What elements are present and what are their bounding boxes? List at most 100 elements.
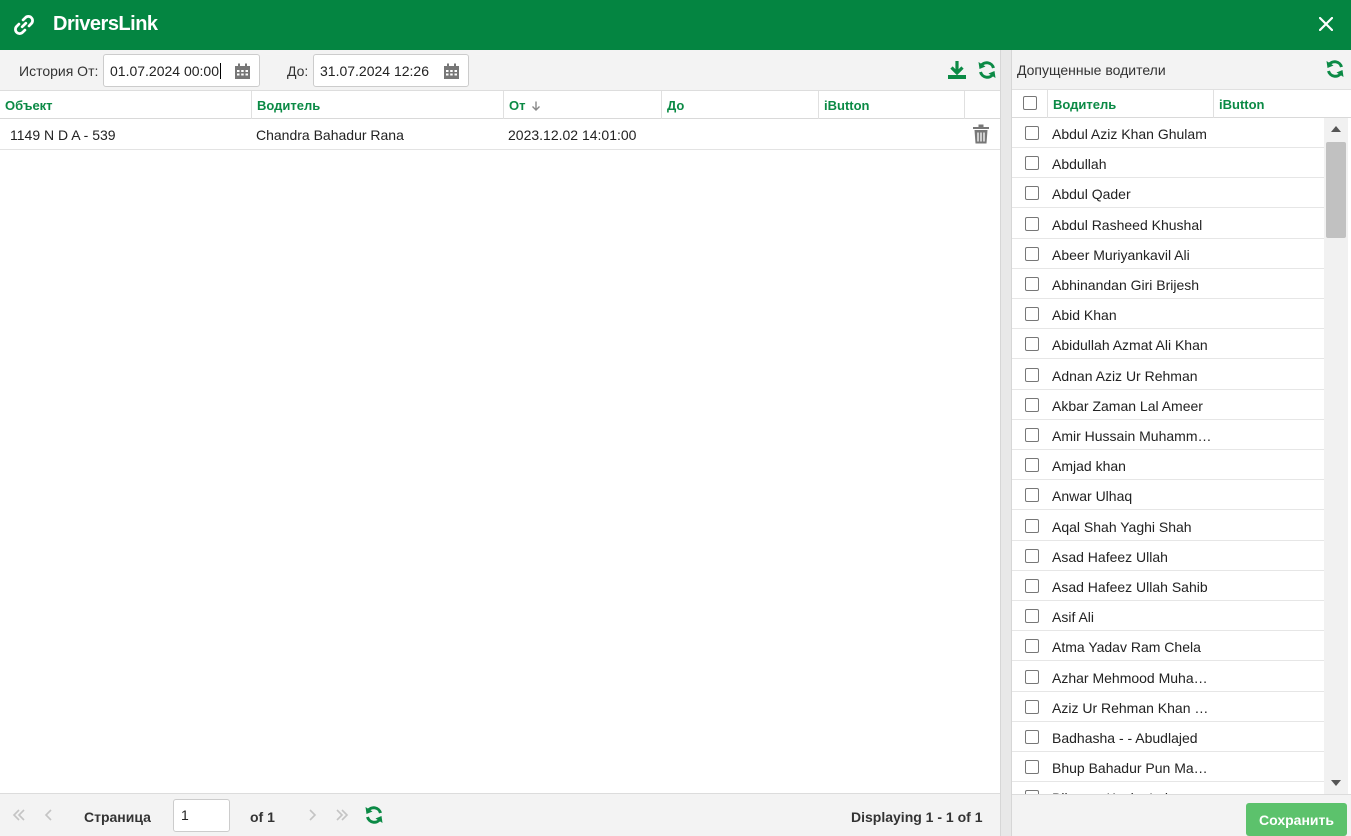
driver-checkbox[interactable] (1025, 609, 1039, 624)
driver-name: Aqal Shah Yaghi Shah (1052, 518, 1192, 535)
column-header-ibutton[interactable]: iButton (819, 91, 965, 119)
driver-name: Abdul Rasheed Khushal (1052, 216, 1203, 233)
driver-name: Abidullah Azmat Ali Khan (1052, 337, 1208, 354)
to-date-field[interactable]: 31.07.2024 12:26 (313, 54, 469, 87)
scrollbar-thumb[interactable] (1326, 142, 1346, 238)
scroll-up-icon[interactable] (1331, 126, 1341, 132)
column-header-driver[interactable]: Водитель (1048, 90, 1214, 118)
drivers-scrollbar[interactable] (1324, 118, 1348, 794)
driver-name: Azhar Mehmood Muhammad (1052, 669, 1212, 686)
list-item[interactable]: Bhup Bahadur Pun Magar (1012, 752, 1324, 783)
page-number-input[interactable]: 1 (173, 799, 230, 832)
drivers-panel-title: Допущенные водители (1017, 62, 1166, 78)
driver-name: Atma Yadav Ram Chela (1052, 639, 1201, 656)
list-item[interactable]: Abdul Qader (1012, 178, 1324, 209)
list-item[interactable]: Azhar Mehmood Muhammad (1012, 662, 1324, 692)
list-item[interactable]: Asad Hafeez Ullah (1012, 541, 1324, 571)
close-icon[interactable] (1319, 17, 1333, 31)
list-item[interactable]: Asad Hafeez Ullah Sahib (1012, 571, 1324, 601)
driver-checkbox[interactable] (1025, 458, 1039, 473)
column-header-object[interactable]: Объект (0, 91, 252, 119)
refresh-icon[interactable] (1325, 59, 1345, 79)
driver-checkbox[interactable] (1025, 699, 1039, 714)
driver-checkbox[interactable] (1025, 397, 1039, 412)
refresh-icon[interactable] (977, 60, 997, 80)
list-item[interactable]: Abdul Rasheed Khushal (1012, 209, 1324, 239)
column-header-to[interactable]: До (662, 91, 819, 119)
driver-checkbox[interactable] (1025, 639, 1039, 654)
driver-checkbox[interactable] (1025, 186, 1039, 201)
driver-checkbox[interactable] (1025, 760, 1039, 775)
download-icon[interactable] (947, 60, 967, 80)
next-page-icon[interactable] (304, 807, 320, 823)
driver-checkbox[interactable] (1025, 126, 1039, 140)
history-toolbar: История От: 01.07.2024 00:00 До: 31.07.2… (0, 50, 1000, 91)
driver-checkbox[interactable] (1025, 216, 1039, 231)
calendar-icon[interactable] (234, 63, 251, 80)
list-item[interactable]: Abid Khan (1012, 299, 1324, 330)
cell-driver: Chandra Bahadur Rana (256, 127, 404, 143)
list-item[interactable]: Abeer Muriyankavil Ali (1012, 239, 1324, 269)
driver-checkbox[interactable] (1025, 307, 1039, 322)
driver-name: Badhasha - - Abudlajed (1052, 730, 1198, 746)
select-all-checkbox[interactable] (1023, 96, 1037, 110)
list-item[interactable]: Akbar Zaman Lal Ameer (1012, 390, 1324, 420)
driver-checkbox[interactable] (1025, 246, 1039, 261)
prev-page-icon[interactable] (41, 807, 57, 823)
column-header-ibutton[interactable]: iButton (1214, 90, 1351, 118)
window-title: DriversLink (53, 13, 158, 35)
paging-toolbar: Страница 1 of 1 Displaying 1 - 1 of 1 (0, 793, 1000, 836)
driver-name: Abhinandan Giri Brijesh (1052, 277, 1200, 293)
list-item[interactable]: Adnan Aziz Ur Rehman (1012, 360, 1324, 390)
from-date-field[interactable]: 01.07.2024 00:00 (103, 54, 260, 87)
driver-checkbox[interactable] (1025, 156, 1039, 171)
last-page-icon[interactable] (334, 807, 350, 823)
list-item[interactable]: Amjad khan (1012, 450, 1324, 481)
list-item[interactable]: Amir Hussain Muhammad (1012, 420, 1324, 450)
calendar-icon[interactable] (443, 63, 460, 80)
panel-splitter[interactable] (1000, 50, 1012, 836)
list-item[interactable]: Bijumon Koshy Lukose (1012, 782, 1324, 794)
history-grid-header: Объект Водитель От До iButton (0, 91, 1000, 119)
list-item[interactable]: Aqal Shah Yaghi Shah (1012, 511, 1324, 541)
list-item[interactable]: Badhasha - - Abudlajed (1012, 722, 1324, 752)
list-item[interactable]: Atma Yadav Ram Chela (1012, 631, 1324, 662)
history-panel: История От: 01.07.2024 00:00 До: 31.07.2… (0, 50, 1000, 836)
column-header-driver[interactable]: Водитель (252, 91, 504, 119)
to-date-value: 31.07.2024 12:26 (320, 63, 429, 79)
first-page-icon[interactable] (11, 807, 27, 823)
driver-checkbox[interactable] (1025, 579, 1039, 593)
list-item[interactable]: Abhinandan Giri Brijesh (1012, 269, 1324, 299)
list-item[interactable]: Aziz Ur Rehman Khan Gul (1012, 692, 1324, 722)
list-item[interactable]: Abidullah Azmat Ali Khan (1012, 329, 1324, 360)
list-item[interactable]: Abdul Aziz Khan Ghulam (1012, 118, 1324, 148)
trash-icon[interactable] (972, 124, 990, 144)
driver-name: Abdul Aziz Khan Ghulam (1052, 126, 1207, 142)
save-button[interactable]: Сохранить (1246, 803, 1347, 836)
refresh-icon[interactable] (364, 805, 384, 825)
driver-name: Abdullah (1052, 156, 1107, 173)
driver-checkbox[interactable] (1025, 488, 1039, 503)
driver-name: Asad Hafeez Ullah Sahib (1052, 579, 1208, 595)
driver-name: Amjad khan (1052, 458, 1126, 475)
driver-checkbox[interactable] (1025, 548, 1039, 563)
list-item[interactable]: Anwar Ulhaq (1012, 480, 1324, 511)
list-item[interactable]: Abdullah (1012, 148, 1324, 179)
driver-checkbox[interactable] (1025, 277, 1039, 291)
driver-checkbox[interactable] (1025, 730, 1039, 744)
driver-name: Abid Khan (1052, 307, 1117, 324)
driver-checkbox[interactable] (1025, 669, 1039, 684)
list-item[interactable]: Asif Ali (1012, 601, 1324, 632)
driver-name: Akbar Zaman Lal Ameer (1052, 397, 1203, 414)
driver-checkbox[interactable] (1025, 367, 1039, 382)
driver-checkbox[interactable] (1025, 337, 1039, 352)
table-row[interactable]: 1149 N D A - 539 Chandra Bahadur Rana 20… (0, 119, 1000, 150)
column-header-from[interactable]: От (504, 91, 662, 119)
driver-checkbox[interactable] (1025, 518, 1039, 533)
driver-name: Aziz Ur Rehman Khan Gul (1052, 699, 1212, 716)
text-caret (220, 63, 221, 79)
to-label: До: (287, 63, 309, 79)
driver-checkbox[interactable] (1025, 428, 1039, 442)
driver-name: Bhup Bahadur Pun Magar (1052, 760, 1212, 777)
scroll-down-icon[interactable] (1331, 780, 1341, 786)
